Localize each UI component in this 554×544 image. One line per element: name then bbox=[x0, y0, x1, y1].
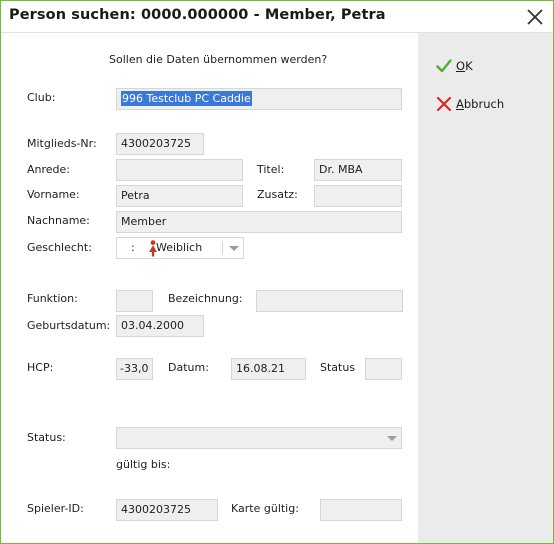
salutation-field[interactable] bbox=[116, 159, 243, 181]
birthdate-field[interactable]: 03.04.2000 bbox=[116, 315, 204, 337]
cancel-x-icon bbox=[436, 96, 452, 112]
club-value: 996 Testclub PC Caddie bbox=[121, 91, 252, 106]
member-no-label: Mitglieds-Nr: bbox=[27, 137, 97, 150]
birthdate-label: Geburtsdatum: bbox=[27, 319, 111, 332]
date-label: Datum: bbox=[168, 361, 209, 374]
title-bar: Person suchen: 0000.000000 - Member, Pet… bbox=[1, 1, 553, 33]
status-combo[interactable] bbox=[116, 427, 402, 449]
player-id-field[interactable]: 4300203725 bbox=[116, 499, 218, 521]
player-id-label: Spieler-ID: bbox=[27, 502, 84, 515]
window-title: Person suchen: 0000.000000 - Member, Pet… bbox=[9, 7, 386, 23]
salutation-label: Anrede: bbox=[27, 163, 71, 176]
suffix-label: Zusatz: bbox=[257, 188, 298, 201]
cancel-button[interactable]: Abbruch bbox=[436, 94, 504, 114]
designation-label: Bezeichnung: bbox=[168, 292, 243, 305]
gender-label: Geschlecht: bbox=[27, 241, 92, 254]
firstname-label: Vorname: bbox=[27, 188, 80, 201]
cancel-button-label: Abbruch bbox=[456, 97, 505, 111]
status-label: Status: bbox=[27, 431, 66, 444]
function-label: Funktion: bbox=[27, 292, 78, 305]
status-chevron-down-icon[interactable] bbox=[387, 436, 397, 441]
gender-prefix: : bbox=[131, 241, 135, 254]
hcp-status-field[interactable] bbox=[365, 358, 402, 380]
confirm-question: Sollen die Daten übernommen werden? bbox=[109, 53, 328, 66]
gender-combo[interactable]: : Weiblich bbox=[116, 237, 244, 259]
hcp-label: HCP: bbox=[27, 361, 54, 374]
member-no-field[interactable]: 4300203725 bbox=[116, 133, 204, 155]
close-button[interactable] bbox=[523, 5, 547, 29]
suffix-field[interactable] bbox=[314, 185, 402, 207]
club-label: Club: bbox=[27, 91, 56, 104]
person-search-dialog: Person suchen: 0000.000000 - Member, Pet… bbox=[0, 0, 554, 544]
function-field[interactable] bbox=[116, 290, 153, 312]
ok-button[interactable]: OK bbox=[436, 56, 473, 76]
card-valid-field[interactable] bbox=[320, 499, 402, 521]
action-pane: OK Abbruch bbox=[418, 33, 553, 543]
gender-combo-separator bbox=[222, 241, 223, 255]
gender-value: Weiblich bbox=[156, 241, 203, 254]
firstname-field[interactable]: Petra bbox=[116, 185, 243, 207]
close-icon bbox=[527, 9, 543, 25]
ok-button-label: OK bbox=[456, 59, 473, 73]
lastname-label: Nachname: bbox=[27, 214, 90, 227]
card-valid-label: Karte gültig: bbox=[231, 502, 299, 515]
title-label: Titel: bbox=[257, 163, 285, 176]
hcp-field[interactable]: -33,0 bbox=[116, 358, 153, 380]
hcp-status-label: Status bbox=[320, 361, 356, 374]
date-field[interactable]: 16.08.21 bbox=[231, 358, 306, 380]
checkmark-icon bbox=[436, 59, 452, 73]
title-field[interactable]: Dr. MBA bbox=[314, 159, 402, 181]
lastname-field[interactable]: Member bbox=[116, 211, 402, 233]
club-field[interactable]: 996 Testclub PC Caddie bbox=[116, 88, 402, 110]
valid-until-label: gültig bis: bbox=[116, 458, 171, 471]
designation-field[interactable] bbox=[256, 290, 403, 312]
chevron-down-icon[interactable] bbox=[229, 246, 239, 251]
